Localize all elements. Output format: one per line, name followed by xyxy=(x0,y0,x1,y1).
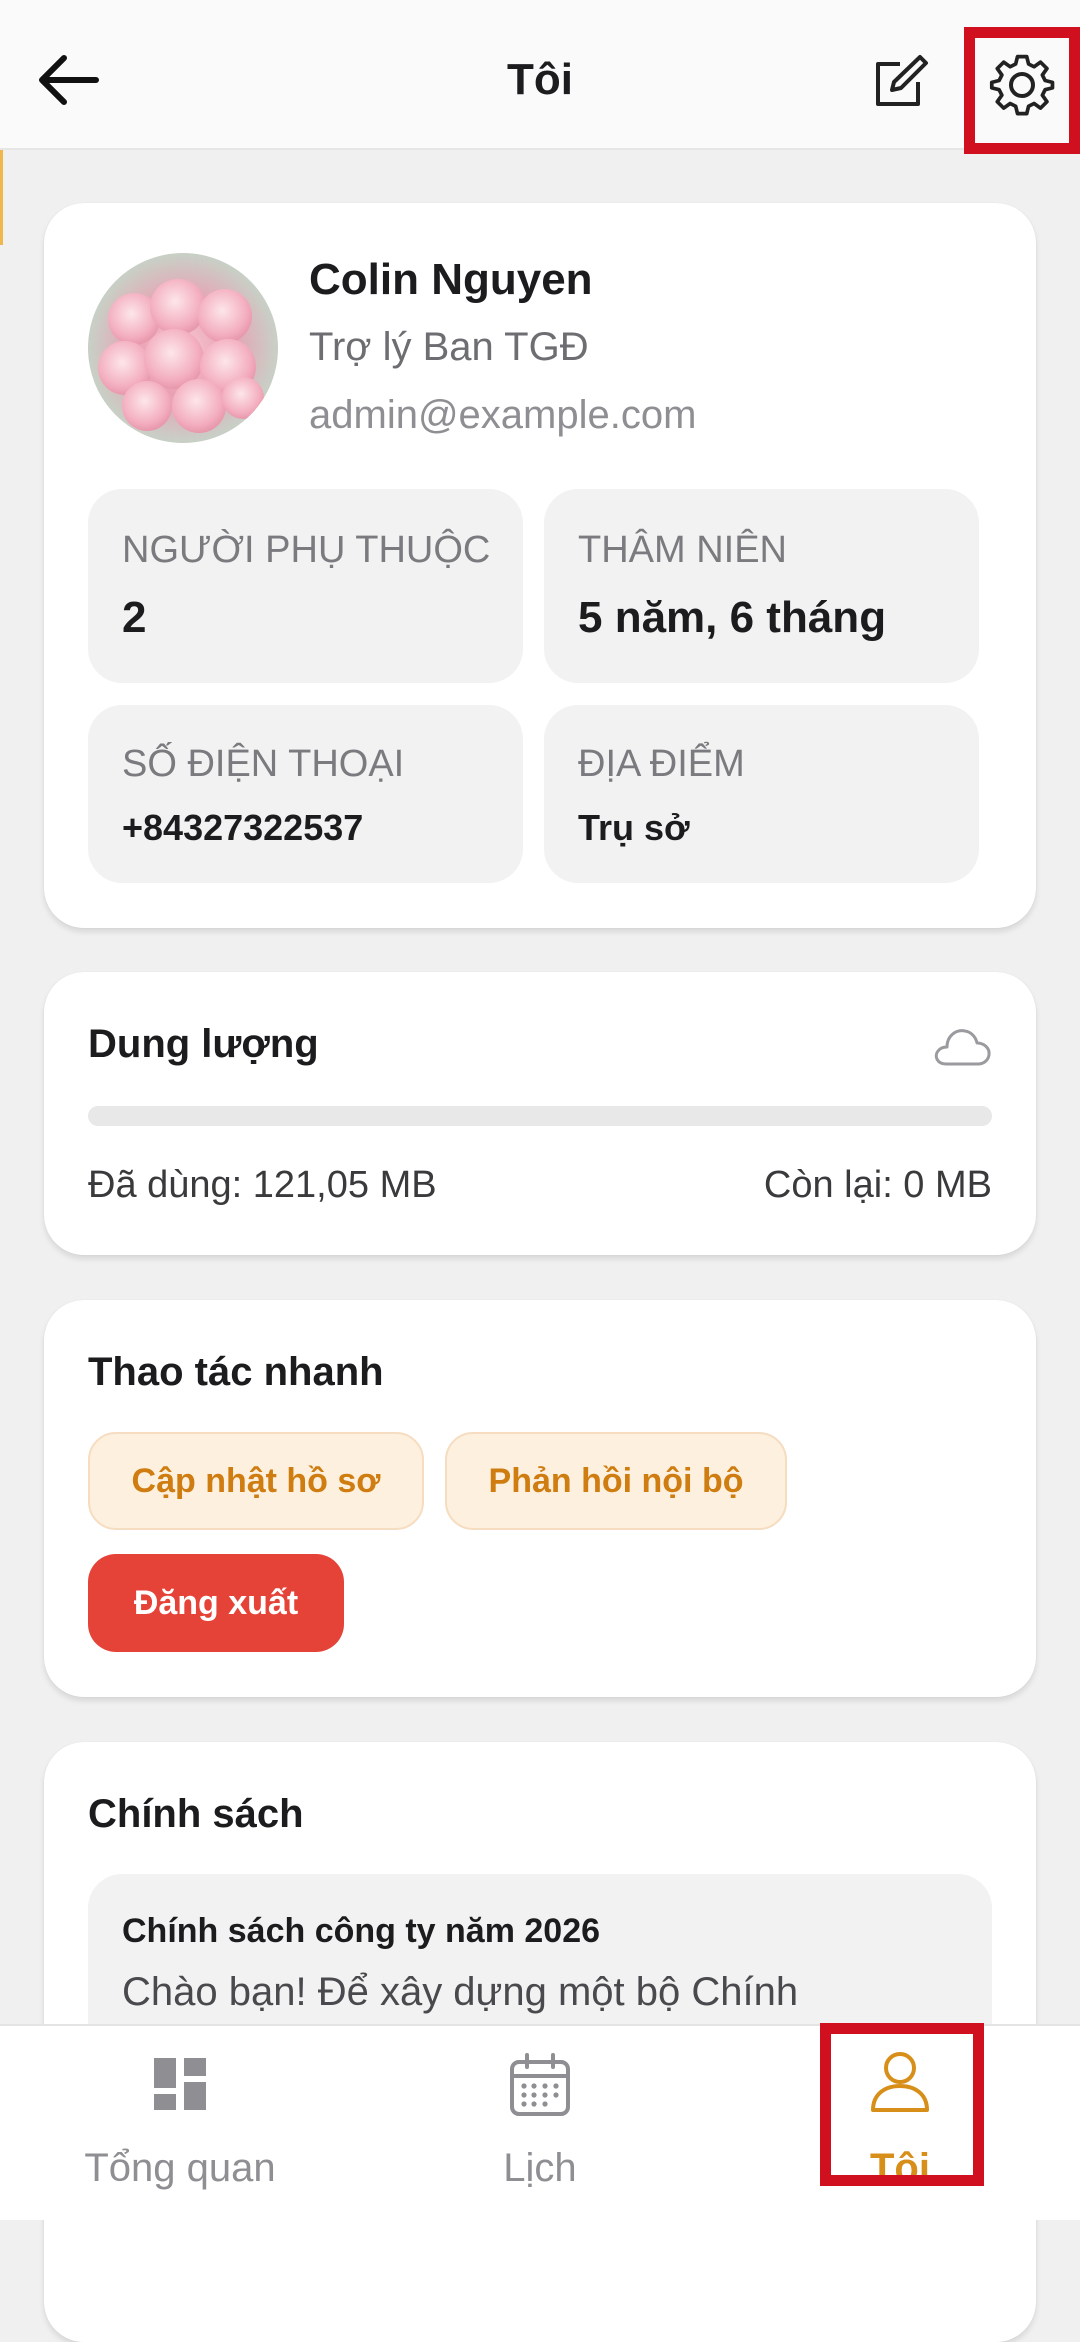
storage-title: Dung lượng xyxy=(88,1022,319,1066)
storage-progress-bar xyxy=(88,1106,992,1126)
top-app-bar: Tôi xyxy=(0,0,1080,154)
quick-actions-title: Thao tác nhanh xyxy=(88,1350,384,1394)
internal-feedback-button[interactable]: Phản hồi nội bộ xyxy=(445,1432,787,1530)
policy-item-preview: Chào bạn! Để xây dựng một bộ Chính xyxy=(122,1970,799,2014)
user-role: Trợ lý Ban TGĐ xyxy=(309,325,589,369)
stat-label: ĐỊA ĐIỂM xyxy=(578,743,745,785)
tab-me-highlight xyxy=(820,2023,984,2186)
tab-label: Tổng quan xyxy=(84,2146,276,2190)
user-name: Colin Nguyen xyxy=(309,255,593,304)
stat-value: Trụ sở xyxy=(578,807,690,848)
stat-value: +84327322537 xyxy=(122,807,364,848)
edit-icon[interactable] xyxy=(870,54,930,110)
logout-button[interactable]: Đăng xuất xyxy=(88,1554,344,1652)
stat-label: NGƯỜI PHỤ THUỘC xyxy=(122,529,491,571)
update-profile-button[interactable]: Cập nhật hồ sơ xyxy=(88,1432,424,1530)
policy-title: Chính sách xyxy=(88,1792,304,1836)
tab-overview[interactable]: Tổng quan xyxy=(60,2026,300,2222)
stat-dependents: NGƯỜI PHỤ THUỘC 2 xyxy=(88,489,523,683)
cloud-icon xyxy=(934,1029,991,1066)
policy-item-title: Chính sách công ty năm 2026 xyxy=(122,1912,601,1950)
storage-used: Đã dùng: 121,05 MB xyxy=(88,1164,437,1206)
stat-value: 2 xyxy=(122,593,147,642)
calendar-icon xyxy=(510,2053,570,2116)
profile-card: Colin Nguyen Trợ lý Ban TGĐ admin@exampl… xyxy=(44,203,1036,928)
storage-remaining: Còn lại: 0 MB xyxy=(763,1164,992,1206)
stat-value: 5 năm, 6 tháng xyxy=(578,593,887,642)
stat-seniority: THÂM NIÊN 5 năm, 6 tháng xyxy=(544,489,979,683)
dashboard-icon xyxy=(154,2058,206,2110)
quick-actions-card: Thao tác nhanh Cập nhật hồ sơ Phản hồi n… xyxy=(44,1300,1036,1697)
avatar[interactable] xyxy=(88,253,278,443)
stat-label: SỐ ĐIỆN THOẠI xyxy=(122,743,405,785)
user-email: admin@example.com xyxy=(309,393,697,437)
stat-phone: SỐ ĐIỆN THOẠI +84327322537 xyxy=(88,705,523,883)
stat-label: THÂM NIÊN xyxy=(578,529,787,571)
storage-card: Dung lượng Đã dùng: 121,05 MB Còn lại: 0… xyxy=(44,972,1036,1255)
stat-location: ĐỊA ĐIỂM Trụ sở xyxy=(544,705,979,883)
tab-calendar[interactable]: Lịch xyxy=(420,2026,660,2222)
accent-line xyxy=(0,150,3,245)
gear-icon[interactable] xyxy=(989,52,1055,118)
tab-label: Lịch xyxy=(503,2146,577,2190)
settings-highlight xyxy=(964,27,1080,154)
